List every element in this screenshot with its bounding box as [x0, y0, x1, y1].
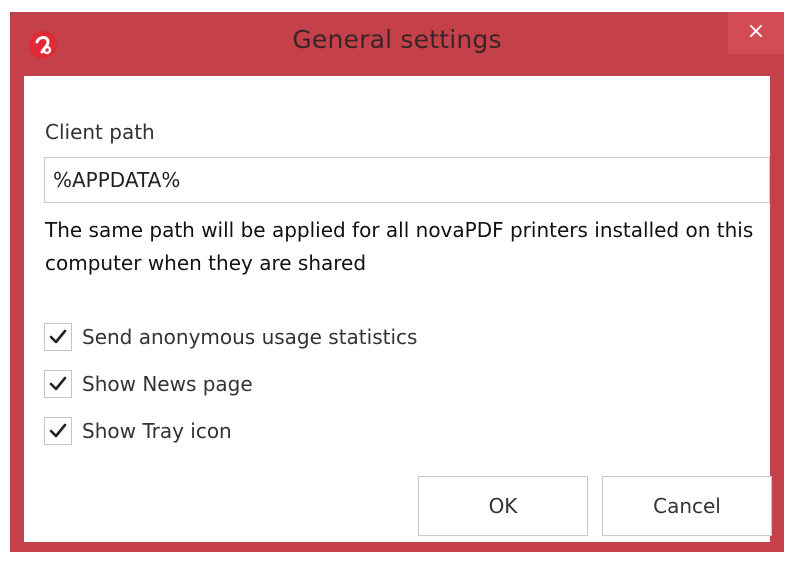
ok-button[interactable]: OK: [418, 476, 588, 536]
send-statistics-option[interactable]: Send anonymous usage statistics: [44, 321, 417, 353]
client-path-input[interactable]: [44, 157, 770, 203]
show-tray-checkbox[interactable]: [44, 417, 72, 445]
show-news-option[interactable]: Show News page: [44, 368, 253, 400]
client-path-label: Client path: [45, 120, 155, 144]
dialog-content: Client path The same path will be applie…: [24, 76, 772, 542]
show-news-label: Show News page: [82, 372, 253, 396]
checkmark-icon: [49, 376, 67, 391]
title-bar: General settings ×: [10, 12, 784, 76]
dialog-title: General settings: [292, 25, 502, 54]
show-news-checkbox[interactable]: [44, 370, 72, 398]
path-hint-text: The same path will be applied for all no…: [45, 218, 754, 275]
close-button[interactable]: ×: [728, 12, 784, 54]
checkmark-icon: [49, 329, 67, 344]
cancel-button[interactable]: Cancel: [602, 476, 772, 536]
close-icon: ×: [746, 19, 766, 44]
show-tray-option[interactable]: Show Tray icon: [44, 415, 232, 447]
dialog-window: General settings × Client path The same …: [10, 12, 784, 552]
checkmark-icon: [49, 423, 67, 438]
send-statistics-checkbox[interactable]: [44, 323, 72, 351]
send-statistics-label: Send anonymous usage statistics: [82, 325, 418, 349]
show-tray-label: Show Tray icon: [82, 419, 232, 443]
